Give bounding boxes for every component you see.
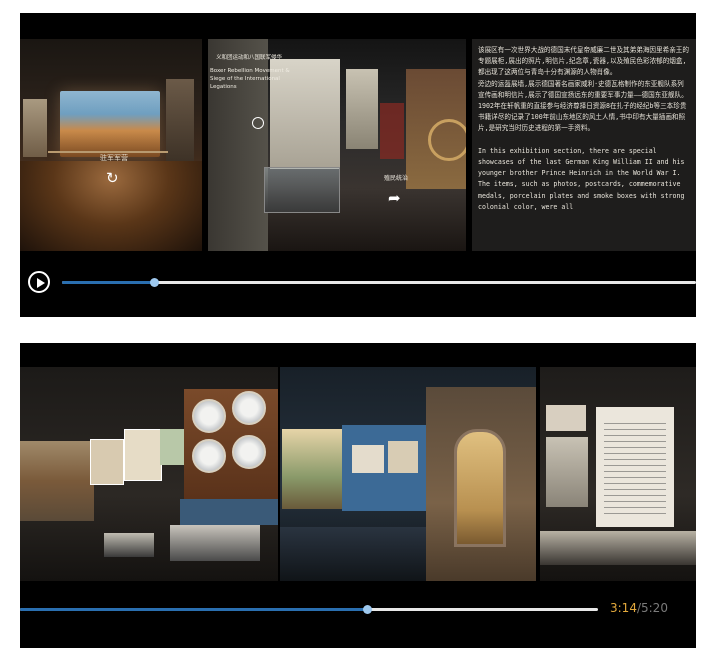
turn-arrow-icon[interactable]: ➦: [388, 191, 401, 206]
caption-text: Boxer Rebellion Movement & Siege of the …: [210, 68, 290, 90]
exhibit-frame-gate: [280, 367, 536, 581]
exhibit-label: 驻军军营: [100, 154, 128, 162]
exhibit-frame-corridor: 义和团运动和八国联军侵华 Boxer Rebellion Movement & …: [208, 39, 466, 251]
porcelain-plate: [232, 435, 266, 469]
progress-fill: [62, 281, 154, 284]
display-panel: [388, 441, 418, 473]
play-button[interactable]: [28, 271, 50, 293]
panorama-mural: [60, 91, 160, 157]
display-panel: [124, 429, 162, 481]
duration: 5:20: [641, 601, 668, 615]
wall-mural: [20, 441, 94, 521]
exhibit-label: 殖民统治: [384, 175, 409, 182]
chinese-description: 该展区有一次世界大战的德国末代皇帝威廉二世及其弟弟海因里希亲王的专题展柜,展出的…: [478, 46, 689, 133]
corridor-door: [380, 103, 404, 159]
progress-bar[interactable]: [20, 605, 598, 614]
progress-fill: [20, 608, 367, 611]
display-panel: [346, 69, 378, 149]
display-column: [166, 79, 194, 167]
glass-vitrine: [264, 167, 340, 213]
exhibit-frame-plates: [20, 367, 278, 581]
wall-sign: [546, 405, 586, 431]
current-time: 3:14: [610, 601, 637, 615]
display-panel: [352, 445, 384, 473]
turn-arrow-icon[interactable]: ↻: [106, 171, 119, 186]
exhibit-frame-hall: 驻军军营 ↻: [20, 39, 202, 251]
video-player-bottom[interactable]: 3:14/5:20: [20, 343, 696, 648]
hotspot-icon[interactable]: [252, 117, 264, 129]
cart-wheel: [428, 119, 466, 161]
porcelain-plate: [232, 391, 266, 425]
arched-gateway: [454, 429, 506, 547]
name-list: [604, 423, 666, 517]
wall-mural: [282, 429, 342, 509]
floor: [280, 527, 426, 581]
exhibit-frame-roster: [540, 367, 696, 581]
glass-vitrine: [104, 533, 154, 557]
progress-handle[interactable]: [149, 278, 159, 287]
blue-panel: [180, 499, 278, 525]
progress-bar[interactable]: [62, 278, 696, 287]
time-display: 3:14/5:20: [610, 601, 668, 615]
porcelain-plate: [192, 399, 226, 433]
progress-handle[interactable]: [362, 605, 372, 614]
english-description: In this exhibition section, there are sp…: [478, 146, 689, 211]
exhibit-text-panel: 该展区有一次世界大战的德国末代皇帝威廉二世及其弟弟海因里希亲王的专题展柜,展出的…: [472, 39, 696, 251]
display-panel: [90, 439, 124, 485]
porcelain-plate: [192, 439, 226, 473]
wall-panel: [23, 99, 47, 157]
caption-title: 义和团运动和八国联军侵华: [216, 55, 283, 61]
video-player-top[interactable]: 驻军军营 ↻ 义和团运动和八国联军侵华 Boxer Rebellion Move…: [20, 13, 696, 317]
display-photo: [546, 437, 588, 507]
glass-vitrine: [540, 531, 696, 565]
glass-vitrine: [170, 525, 260, 561]
